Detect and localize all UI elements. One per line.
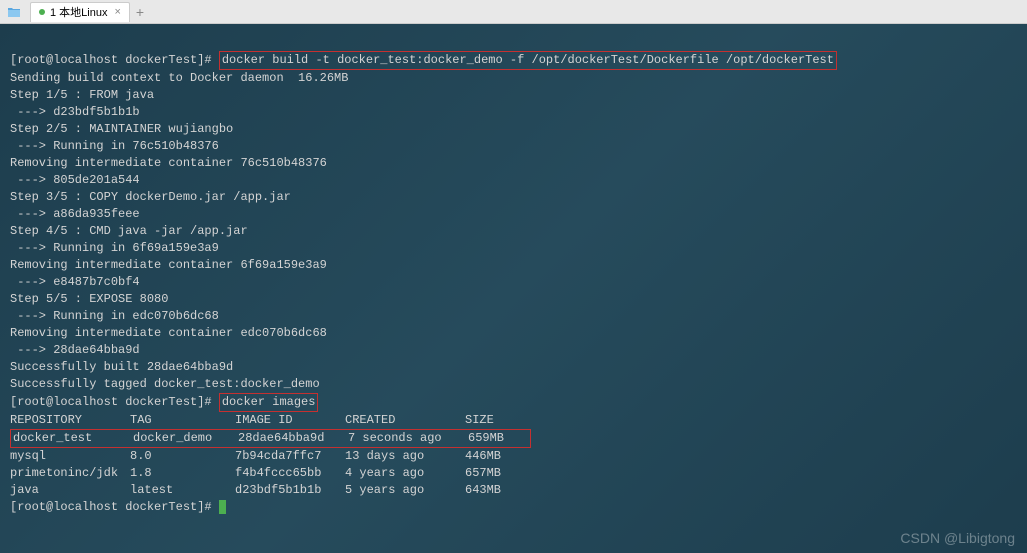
output-line: Removing intermediate container 6f69a159… [10, 258, 327, 272]
output-line: ---> Running in edc070b6dc68 [10, 309, 219, 323]
output-line: Step 4/5 : CMD java -jar /app.jar [10, 224, 248, 238]
status-dot-icon [39, 9, 45, 15]
table-row-highlighted: docker_testdocker_demo28dae64bba9d7 seco… [10, 429, 531, 448]
table-row: javalatestd23bdf5b1b1b5 years ago643MB [10, 483, 525, 497]
table-header: REPOSITORYTAGIMAGE IDCREATEDSIZE [10, 413, 525, 427]
watermark: CSDN @Libigtong [900, 530, 1015, 547]
shell-prompt: [root@localhost dockerTest]# [10, 500, 212, 514]
terminal-output[interactable]: [root@localhost dockerTest]# docker buil… [0, 24, 1027, 553]
output-line: Successfully built 28dae64bba9d [10, 360, 233, 374]
folder-icon[interactable] [4, 2, 24, 22]
cursor [219, 500, 226, 514]
output-line: ---> Running in 76c510b48376 [10, 139, 219, 153]
output-line: Step 1/5 : FROM java [10, 88, 154, 102]
shell-prompt: [root@localhost dockerTest]# [10, 395, 212, 409]
shell-prompt: [root@localhost dockerTest]# [10, 53, 212, 67]
terminal-tab[interactable]: 1 本地Linux × [30, 2, 130, 22]
output-line: ---> d23bdf5b1b1b [10, 105, 140, 119]
output-line: ---> 28dae64bba9d [10, 343, 140, 357]
close-icon[interactable]: × [114, 6, 120, 18]
output-line: ---> 805de201a544 [10, 173, 140, 187]
output-line: Step 3/5 : COPY dockerDemo.jar /app.jar [10, 190, 291, 204]
output-line: ---> a86da935feee [10, 207, 140, 221]
output-line: Step 2/5 : MAINTAINER wujiangbo [10, 122, 233, 136]
output-line: Successfully tagged docker_test:docker_d… [10, 377, 320, 391]
output-line: ---> Running in 6f69a159e3a9 [10, 241, 219, 255]
output-line: ---> e8487b7c0bf4 [10, 275, 140, 289]
output-line: Removing intermediate container 76c510b4… [10, 156, 327, 170]
output-line: Sending build context to Docker daemon 1… [10, 71, 348, 85]
output-line: Step 5/5 : EXPOSE 8080 [10, 292, 168, 306]
table-row: mysql8.07b94cda7ffc713 days ago446MB [10, 449, 525, 463]
tab-label: 1 本地Linux [50, 4, 107, 20]
output-line: Removing intermediate container edc070b6… [10, 326, 327, 340]
tab-bar: 1 本地Linux × + [0, 0, 1027, 24]
command-images: docker images [219, 393, 319, 412]
table-row: primetoninc/jdk1.8f4b4fccc65bb4 years ag… [10, 466, 525, 480]
command-build: docker build -t docker_test:docker_demo … [219, 51, 837, 70]
add-tab-button[interactable]: + [136, 4, 144, 20]
